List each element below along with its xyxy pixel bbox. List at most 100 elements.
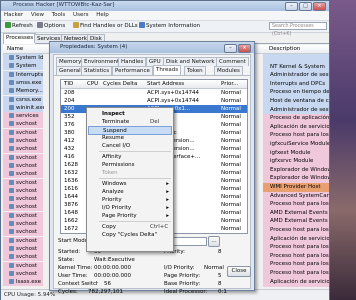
process-row[interactable]: Interrupts <box>3 70 44 79</box>
process-row[interactable]: svchost <box>3 195 43 204</box>
col-tid[interactable]: TID <box>64 80 73 88</box>
minimize-button[interactable]: – <box>285 2 298 11</box>
tab-handles[interactable]: Handles <box>118 57 147 66</box>
menu-separator <box>99 151 171 152</box>
process-row[interactable]: Memory... <box>3 87 43 96</box>
process-name: svchost <box>16 204 38 211</box>
cpu-cell <box>263 278 269 287</box>
menu-item-page-priority[interactable]: Page Priority ▸ <box>88 212 172 221</box>
thread-tid: 412 <box>64 138 75 144</box>
tab-performance[interactable]: Performance <box>112 66 153 75</box>
dialog-minimize-button[interactable]: – <box>224 44 237 53</box>
process-row[interactable]: svchost <box>3 244 43 253</box>
process-name: services <box>16 113 39 120</box>
system-information-button[interactable]: System Information <box>137 22 202 31</box>
menu-item-cancel-i-o[interactable]: Cancel I/O <box>88 142 172 151</box>
process-row[interactable]: svchost <box>3 269 43 278</box>
process-row[interactable]: System <box>3 62 43 71</box>
process-row[interactable]: svchost <box>3 186 43 195</box>
process-row[interactable]: svchost <box>3 203 43 212</box>
menu-help[interactable]: Help <box>93 11 112 19</box>
process-row[interactable]: svchost <box>3 145 43 154</box>
column-name[interactable]: Name <box>7 45 23 53</box>
menu-item-copy-cycles-delta[interactable]: Copy "Cycles Delta" <box>88 231 172 240</box>
search-input[interactable]: Search Processes (Ctrl+K) <box>269 22 327 37</box>
col-priority[interactable]: Prior... <box>221 80 238 88</box>
process-row[interactable]: svchost <box>3 120 43 129</box>
refresh-icon <box>5 22 11 28</box>
process-row[interactable]: svchost <box>3 220 43 228</box>
process-name: svchost <box>16 270 38 277</box>
context-switches-value: 56 <box>104 281 111 287</box>
menu-item-label: Cancel I/O <box>102 143 131 149</box>
process-row[interactable]: svchost <box>3 137 43 145</box>
col-cycles-delta[interactable]: Cycles Delta <box>103 80 137 88</box>
thread-priority: Normal <box>221 154 241 160</box>
process-row[interactable]: csrss.exe <box>3 95 43 104</box>
process-row[interactable]: svchost <box>3 228 43 237</box>
process-icon <box>9 71 14 77</box>
options-button[interactable]: Options <box>35 22 67 31</box>
thread-priority: Normal <box>221 210 241 216</box>
process-icon <box>9 138 14 143</box>
tab-general[interactable]: General <box>56 66 84 75</box>
menu-tools[interactable]: Tools <box>49 11 69 19</box>
process-row[interactable]: svchost <box>3 128 43 137</box>
col-start-address[interactable]: Start Address <box>147 80 184 88</box>
refresh-button[interactable]: Refresh <box>3 22 35 31</box>
page-priority-value: 5 <box>218 273 222 279</box>
menu-hacker[interactable]: Hacker <box>1 11 26 19</box>
tab-comment[interactable]: Comment <box>216 57 249 66</box>
process-row[interactable]: svchost <box>3 170 43 179</box>
column-description[interactable]: Description <box>269 45 300 53</box>
process-name: Interrupts <box>16 71 44 78</box>
process-row[interactable]: svchost <box>3 236 43 245</box>
priority-value: 8 <box>218 249 222 255</box>
process-name: svchost <box>16 212 38 219</box>
process-row[interactable]: svchost <box>3 153 43 162</box>
tab-token[interactable]: Token <box>184 66 206 75</box>
tab-environment[interactable]: Environment <box>81 57 123 66</box>
tab-modules[interactable]: Modules <box>214 66 243 75</box>
process-name: smss.exe <box>16 79 42 86</box>
process-row[interactable]: services <box>3 112 43 121</box>
process-row[interactable]: smss.exe <box>3 78 43 87</box>
thread-priority: Normal <box>221 226 241 232</box>
thread-priority: Normal <box>221 122 241 128</box>
process-row[interactable]: svchost <box>3 211 43 220</box>
thread-tid: 200 <box>64 106 75 112</box>
process-icon <box>9 79 14 85</box>
cpu-usage-status: CPU Usage: 5.94% <box>4 292 56 298</box>
menu-view[interactable]: View <box>28 11 47 19</box>
process-row[interactable]: lsass.exe <box>3 278 43 287</box>
thread-start-address: ACPI.sys+0x14744 <box>147 98 200 104</box>
process-row[interactable]: svchost <box>3 178 43 187</box>
close-button[interactable]: Close <box>227 266 251 277</box>
process-row[interactable]: svchost <box>3 161 43 170</box>
process-row[interactable]: svchost <box>3 261 43 270</box>
menu-item-token: Token <box>88 169 172 178</box>
close-window-button[interactable]: × <box>313 2 326 11</box>
tab-processes[interactable]: Processes <box>3 33 37 44</box>
maximize-button[interactable]: □ <box>299 2 312 11</box>
menu-item-label: Page Priority <box>102 213 137 219</box>
process-icon <box>9 270 14 276</box>
thread-tid: 1632 <box>64 170 78 176</box>
menu-users[interactable]: Users <box>70 11 91 19</box>
thread-row[interactable]: 204 ACPI.sys+0x14744 Normal <box>61 97 247 105</box>
col-cpu[interactable]: CPU <box>87 80 98 88</box>
user-time-label: User Time: <box>58 273 88 279</box>
find-handles-button[interactable]: Find Handles or DLLs <box>71 22 140 31</box>
dialog-close-x-button[interactable]: × <box>238 44 251 53</box>
process-row[interactable]: wininit.exe <box>3 103 44 112</box>
tab-statistics[interactable]: Statistics <box>81 66 113 75</box>
thread-row[interactable]: 208 ACPI.sys+0x14744 Normal <box>61 89 247 97</box>
inspect-module-button[interactable]: … <box>208 236 220 247</box>
process-name: svchost <box>16 162 38 169</box>
process-name: svchost <box>16 154 38 161</box>
process-row[interactable]: svchost <box>3 253 43 262</box>
process-row[interactable]: System Id <box>3 54 43 62</box>
tab-threads[interactable]: Threads <box>153 65 182 75</box>
description-row[interactable]: Aplicación de servicios y cont... <box>263 277 329 287</box>
process-icon <box>9 204 14 210</box>
